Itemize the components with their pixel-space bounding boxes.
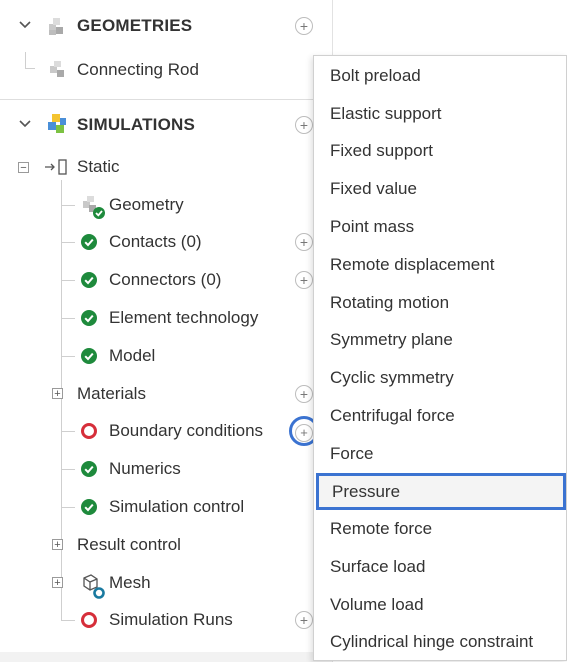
materials-expand-toggle[interactable]: +: [52, 388, 63, 400]
menu-item-remote-force[interactable]: Remote force: [314, 510, 566, 547]
boundary-condition-type-menu: Bolt preload Elastic support Fixed suppo…: [313, 55, 567, 661]
menu-item-pressure[interactable]: Pressure: [316, 473, 566, 510]
simulations-icon: [45, 112, 69, 136]
static-collapse-toggle[interactable]: −: [18, 162, 29, 174]
tree-item-model[interactable]: Model: [109, 346, 155, 366]
menu-item-fixed-value[interactable]: Fixed value: [314, 170, 566, 207]
tree-item-element-technology[interactable]: Element technology: [109, 308, 258, 328]
static-analysis-icon: [44, 158, 70, 176]
status-ok-icon: [81, 272, 97, 288]
simulations-collapse-chevron-icon[interactable]: [18, 117, 32, 131]
status-ok-icon: [81, 234, 97, 250]
status-ok-icon: [81, 310, 97, 326]
menu-item-symmetry-plane[interactable]: Symmetry plane: [314, 321, 566, 358]
status-ok-icon: [81, 348, 97, 364]
geometries-section-title: GEOMETRIES: [77, 16, 193, 35]
geometry-part-icon: [48, 60, 68, 80]
tree-item-simulation-control[interactable]: Simulation control: [109, 497, 244, 517]
menu-item-elastic-support[interactable]: Elastic support: [314, 95, 566, 132]
tree-item-result-control[interactable]: Result control: [77, 535, 181, 555]
add-geometry-button[interactable]: +: [295, 17, 313, 35]
tree-item-connectors[interactable]: Connectors (0): [109, 270, 221, 290]
geometry-item-connecting-rod[interactable]: Connecting Rod: [77, 60, 199, 80]
status-ok-icon: [81, 499, 97, 515]
menu-item-rotating-motion[interactable]: Rotating motion: [314, 284, 566, 321]
tree-item-simulation-runs[interactable]: Simulation Runs: [109, 610, 233, 630]
menu-item-volume-load[interactable]: Volume load: [314, 586, 566, 623]
menu-item-bolt-preload[interactable]: Bolt preload: [314, 57, 566, 94]
status-error-icon: [81, 612, 97, 628]
tree-item-boundary-conditions[interactable]: Boundary conditions: [109, 421, 263, 441]
geometries-icon: [46, 15, 68, 37]
menu-item-point-mass[interactable]: Point mass: [314, 208, 566, 245]
mesh-icon: [80, 572, 108, 600]
simulations-section-title: SIMULATIONS: [77, 115, 196, 134]
menu-item-remote-displacement[interactable]: Remote displacement: [314, 246, 566, 283]
simulation-static[interactable]: Static: [77, 157, 120, 177]
menu-item-cyclic-symmetry[interactable]: Cyclic symmetry: [314, 359, 566, 396]
panel-footer: [0, 652, 332, 662]
menu-item-centrifugal-force[interactable]: Centrifugal force: [314, 397, 566, 434]
add-simulation-button[interactable]: +: [295, 116, 313, 134]
mesh-expand-toggle[interactable]: +: [52, 577, 63, 589]
geometry-ok-icon: [81, 195, 107, 221]
tree-item-mesh[interactable]: Mesh: [109, 573, 151, 593]
status-ok-icon: [81, 461, 97, 477]
add-simulation-run-button[interactable]: +: [295, 611, 313, 629]
tree-item-numerics[interactable]: Numerics: [109, 459, 181, 479]
project-tree-panel: GEOMETRIES + Connecting Rod SIMULATIONS …: [0, 0, 333, 662]
add-contact-button[interactable]: +: [295, 233, 313, 251]
section-divider: [0, 99, 332, 100]
add-material-button[interactable]: +: [295, 385, 313, 403]
add-connector-button[interactable]: +: [295, 271, 313, 289]
status-error-icon: [81, 423, 97, 439]
menu-item-cylindrical-hinge-constraint[interactable]: Cylindrical hinge constraint: [314, 623, 566, 660]
tree-item-geometry[interactable]: Geometry: [109, 195, 184, 215]
menu-item-fixed-support[interactable]: Fixed support: [314, 132, 566, 169]
tree-item-contacts[interactable]: Contacts (0): [109, 232, 202, 252]
menu-item-surface-load[interactable]: Surface load: [314, 548, 566, 585]
geometries-collapse-chevron-icon[interactable]: [18, 18, 32, 32]
result-control-expand-toggle[interactable]: +: [52, 539, 63, 551]
tree-item-materials[interactable]: Materials: [77, 384, 146, 404]
menu-item-force[interactable]: Force: [314, 435, 566, 472]
tree-guide-line: [61, 180, 62, 620]
